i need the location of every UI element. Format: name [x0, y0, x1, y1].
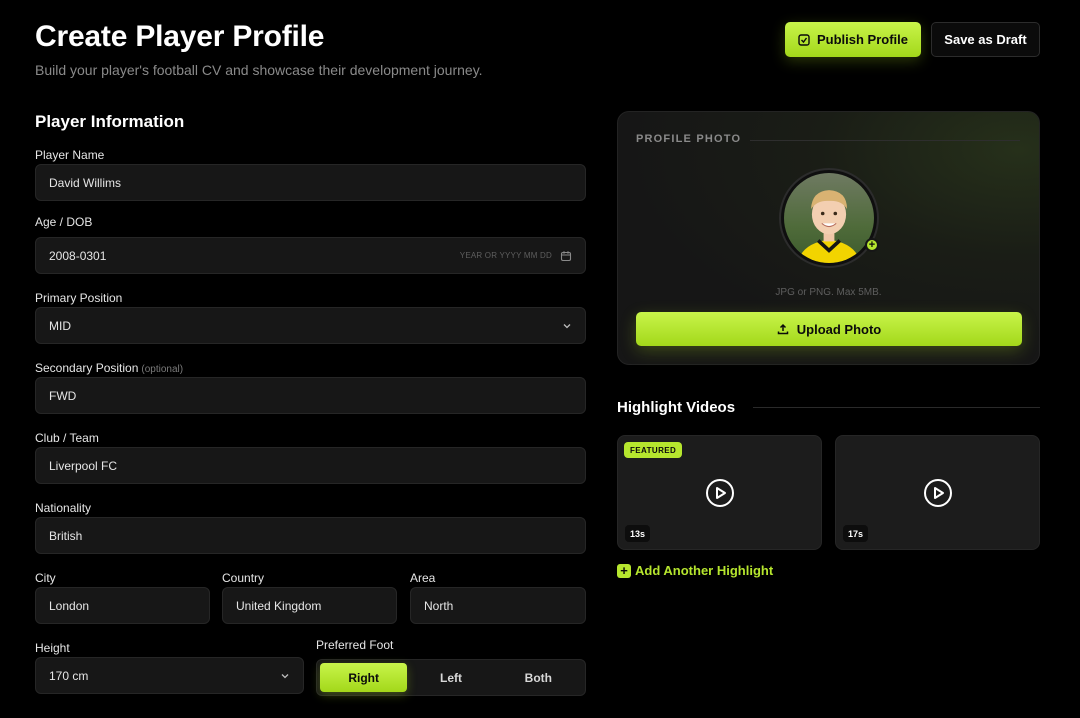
- club-input[interactable]: Liverpool FC: [35, 447, 586, 484]
- checkbox-icon: [798, 33, 810, 46]
- dob-value: 2008-0301: [49, 248, 107, 263]
- profile-photo-panel: PROFILE PHOTO + JPG or PNG. Max 5MB. Upl…: [617, 111, 1040, 365]
- country-input[interactable]: United Kingdom: [222, 587, 397, 624]
- page-subtitle: Build your player's football CV and show…: [35, 62, 483, 78]
- add-photo-icon[interactable]: +: [865, 238, 879, 252]
- player-info-title: Player Information: [35, 112, 185, 131]
- upload-photo-button[interactable]: Upload Photo: [636, 312, 1022, 346]
- nationality-value: British: [49, 528, 83, 543]
- player-name-input[interactable]: David Willims: [35, 164, 586, 201]
- upload-photo-label: Upload Photo: [796, 321, 882, 337]
- player-name-value: David Willims: [49, 175, 121, 190]
- city-label: City: [35, 571, 56, 585]
- highlight-video-card[interactable]: 17s: [835, 435, 1040, 550]
- page-title: Create Player Profile: [35, 20, 325, 53]
- player-photo: [784, 173, 874, 263]
- play-icon[interactable]: [705, 478, 735, 508]
- secondary-position-label-text: Secondary Position: [35, 361, 139, 375]
- save-draft-label: Save as Draft: [944, 32, 1027, 47]
- club-label: Club / Team: [35, 431, 99, 445]
- city-value: London: [49, 598, 90, 613]
- secondary-position-input[interactable]: FWD: [35, 377, 586, 414]
- add-highlight-button[interactable]: + Add Another Highlight: [617, 563, 773, 578]
- video-duration: 17s: [843, 525, 869, 542]
- preferred-foot-toggle: Right Left Both: [316, 659, 586, 696]
- height-value: 170 cm: [49, 668, 89, 683]
- publish-profile-label: Publish Profile: [816, 32, 908, 47]
- avatar[interactable]: [779, 168, 879, 268]
- height-select[interactable]: 170 cm: [35, 657, 304, 694]
- primary-position-value: MID: [49, 318, 71, 333]
- chevron-down-icon: [281, 673, 289, 678]
- add-highlight-label: Add Another Highlight: [635, 563, 774, 578]
- video-duration: 13s: [625, 525, 651, 542]
- optional-tag: (optional): [141, 364, 184, 375]
- player-portrait-image: [784, 173, 874, 263]
- nationality-input[interactable]: British: [35, 517, 586, 554]
- height-label: Height: [35, 641, 70, 655]
- dob-label: Age / DOB: [35, 215, 93, 229]
- profile-photo-label: PROFILE PHOTO: [636, 133, 742, 145]
- dob-hint: YEAR OR YYYY MM DD: [459, 251, 552, 260]
- publish-profile-button[interactable]: Publish Profile: [785, 22, 921, 57]
- secondary-position-value: FWD: [49, 388, 77, 403]
- country-label: Country: [222, 571, 265, 585]
- city-input[interactable]: London: [35, 587, 210, 624]
- area-input[interactable]: North: [410, 587, 586, 624]
- area-value: North: [424, 598, 454, 613]
- play-icon[interactable]: [923, 478, 953, 508]
- player-name-label: Player Name: [35, 148, 105, 162]
- area-label: Area: [410, 571, 436, 585]
- primary-position-select[interactable]: MID: [35, 307, 586, 344]
- highlight-video-card[interactable]: FEATURED 13s: [617, 435, 822, 550]
- foot-option-right[interactable]: Right: [320, 663, 408, 692]
- photo-hint: JPG or PNG. Max 5MB.: [775, 287, 882, 298]
- secondary-position-label: Secondary Position (optional): [35, 361, 183, 375]
- foot-option-left[interactable]: Left: [407, 663, 494, 692]
- nationality-label: Nationality: [35, 501, 92, 515]
- primary-position-label: Primary Position: [35, 291, 123, 305]
- chevron-down-icon: [563, 323, 571, 328]
- country-value: United Kingdom: [236, 598, 322, 613]
- calendar-icon[interactable]: [560, 250, 572, 262]
- featured-badge: FEATURED: [624, 442, 683, 458]
- foot-option-both[interactable]: Both: [495, 663, 582, 692]
- upload-icon: [777, 323, 788, 335]
- preferred-foot-label: Preferred Foot: [316, 638, 394, 652]
- club-value: Liverpool FC: [49, 458, 118, 473]
- highlight-videos-title: Highlight Videos: [617, 399, 736, 416]
- divider: [753, 407, 1040, 408]
- plus-icon: +: [617, 563, 631, 578]
- dob-input[interactable]: 2008-0301 YEAR OR YYYY MM DD: [35, 237, 586, 274]
- divider: [750, 140, 1020, 141]
- save-draft-button[interactable]: Save as Draft: [931, 22, 1040, 57]
